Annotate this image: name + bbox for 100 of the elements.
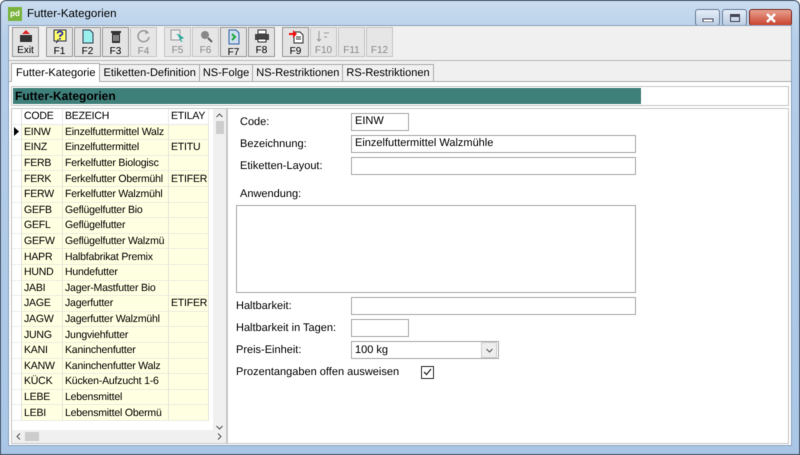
- table-cell: Lebensmittel: [63, 390, 169, 406]
- magnifier-icon: [198, 29, 212, 43]
- new-document-icon: [82, 29, 94, 44]
- dropdown-arrow-button[interactable]: [481, 342, 497, 358]
- toolbar-button[interactable]: Exit: [12, 27, 39, 57]
- printer-icon: [254, 29, 270, 43]
- table-cell: LEBE: [22, 390, 63, 406]
- window-title: Futter-Kategorien: [27, 8, 118, 20]
- input-field[interactable]: Einzelfuttermittel Walzmühle: [351, 135, 636, 153]
- maximize-icon: [728, 12, 740, 22]
- table-cell: [169, 186, 209, 203]
- table-cell: ETITU: [169, 140, 209, 156]
- text-area[interactable]: [236, 205, 636, 293]
- table-cell: GEFW: [22, 234, 63, 250]
- column-header[interactable]: CODE: [22, 109, 63, 125]
- toolbar-button[interactable]: F9: [282, 27, 309, 57]
- table-cell: FERK: [22, 171, 63, 187]
- table-cell: JAGW: [22, 312, 63, 328]
- table-cell: HAPR: [22, 249, 63, 265]
- input-field[interactable]: EINW: [351, 113, 409, 131]
- table-cell: KANW: [22, 358, 63, 374]
- scrollbar-thumb[interactable]: [25, 432, 39, 441]
- field-label: Haltbarkeit in Tagen:: [236, 322, 338, 334]
- input-field[interactable]: [351, 297, 636, 315]
- chevron-left-icon[interactable]: [16, 433, 21, 440]
- table-cell: ETIFER: [169, 171, 209, 187]
- checkbox[interactable]: [421, 366, 434, 378]
- table-cell: [169, 202, 209, 218]
- table-cell: JAGE: [22, 296, 63, 312]
- help-icon: [52, 29, 66, 44]
- table-cell: Jagerfutter: [63, 296, 169, 312]
- row-indicator[interactable]: [12, 124, 22, 140]
- close-button[interactable]: [749, 9, 792, 26]
- document-icon: [226, 29, 240, 45]
- table-cell: FERW: [22, 186, 63, 203]
- table-cell: [169, 374, 209, 390]
- minimize-button[interactable]: [695, 9, 720, 26]
- column-header[interactable]: ETILAY: [169, 109, 209, 125]
- tab[interactable]: RS-Restriktionen: [342, 64, 434, 81]
- table-cell: KÜCK: [22, 374, 63, 390]
- table-cell: [169, 218, 209, 234]
- table-cell: GEFB: [22, 202, 63, 218]
- table-cell: GEFL: [22, 218, 63, 234]
- table-cell: FERB: [22, 156, 63, 172]
- row-pointer-icon: [14, 127, 19, 136]
- table-cell: Ferkelfutter Biologisc: [63, 156, 169, 172]
- table-cell: Geflügelfutter Walzmü: [63, 234, 169, 250]
- import-icon: [288, 29, 304, 44]
- field-label: Etiketten-Layout:: [240, 160, 324, 172]
- table-cell: KANI: [22, 342, 63, 358]
- table-cell: Ferkelfutter Obermühl: [63, 171, 169, 187]
- table-cell: [169, 312, 209, 328]
- input-field[interactable]: [351, 157, 636, 175]
- toolbar-button[interactable]: F3: [102, 27, 129, 57]
- sort-icon: [316, 29, 331, 43]
- chevron-down-icon[interactable]: [216, 425, 223, 430]
- table-cell: [169, 327, 209, 343]
- table-cell: Jungviehfutter: [63, 327, 169, 343]
- table-cell: [169, 234, 209, 250]
- table-cell: [169, 280, 209, 296]
- table-cell: EINZ: [22, 140, 63, 156]
- table-cell: [169, 390, 209, 406]
- dropdown[interactable]: 100 kg: [351, 341, 499, 359]
- scrollbar-thumb[interactable]: [216, 121, 224, 134]
- maximize-button[interactable]: [722, 9, 747, 26]
- chevron-up-icon[interactable]: [216, 113, 223, 118]
- app-icon: pd: [8, 7, 22, 21]
- field-label: Haltbarkeit:: [236, 300, 293, 312]
- table-cell: Einzelfuttermittel Walz: [63, 124, 169, 140]
- refresh-icon: [136, 29, 151, 44]
- toolbar-button[interactable]: F7: [220, 27, 247, 57]
- table-cell: [169, 405, 209, 421]
- column-header[interactable]: BEZEICH: [63, 109, 169, 125]
- toolbar-button[interactable]: F2: [74, 27, 101, 57]
- toolbar-button[interactable]: F1: [46, 27, 73, 57]
- table-cell: EINW: [22, 124, 63, 140]
- row-header: [12, 109, 22, 125]
- field-label: Anwendung:: [240, 188, 302, 200]
- table-cell: [169, 249, 209, 265]
- table-cell: JUNG: [22, 327, 63, 343]
- toolbar-button[interactable]: F8: [248, 27, 275, 57]
- table-cell: [169, 264, 209, 281]
- table-cell: Hundefutter: [63, 264, 169, 281]
- table-cell: Halbfabrikat Premix: [63, 249, 169, 265]
- checkbox-label: Prozentangaben offen ausweisen: [236, 366, 400, 378]
- field-label: Bezeichnung:: [240, 138, 308, 150]
- table-cell: [169, 342, 209, 358]
- tab[interactable]: Futter-Kategorie: [11, 63, 100, 82]
- table-cell: [169, 124, 209, 140]
- input-field[interactable]: [351, 319, 409, 337]
- chevron-right-icon[interactable]: [217, 433, 222, 440]
- exit-icon: [18, 29, 34, 43]
- table-cell: Kaninchenfutter Walz: [63, 358, 169, 374]
- table-cell: HUND: [22, 264, 63, 281]
- tab[interactable]: NS-Folge: [198, 64, 254, 81]
- field-label: Code:: [240, 116, 270, 128]
- table-cell: Geflügelfutter Bio: [63, 202, 169, 218]
- table-cell: Lebensmittel Obermü: [63, 405, 169, 421]
- table-cell: LEBI: [22, 405, 63, 421]
- table-cell: Kaninchenfutter: [63, 342, 169, 358]
